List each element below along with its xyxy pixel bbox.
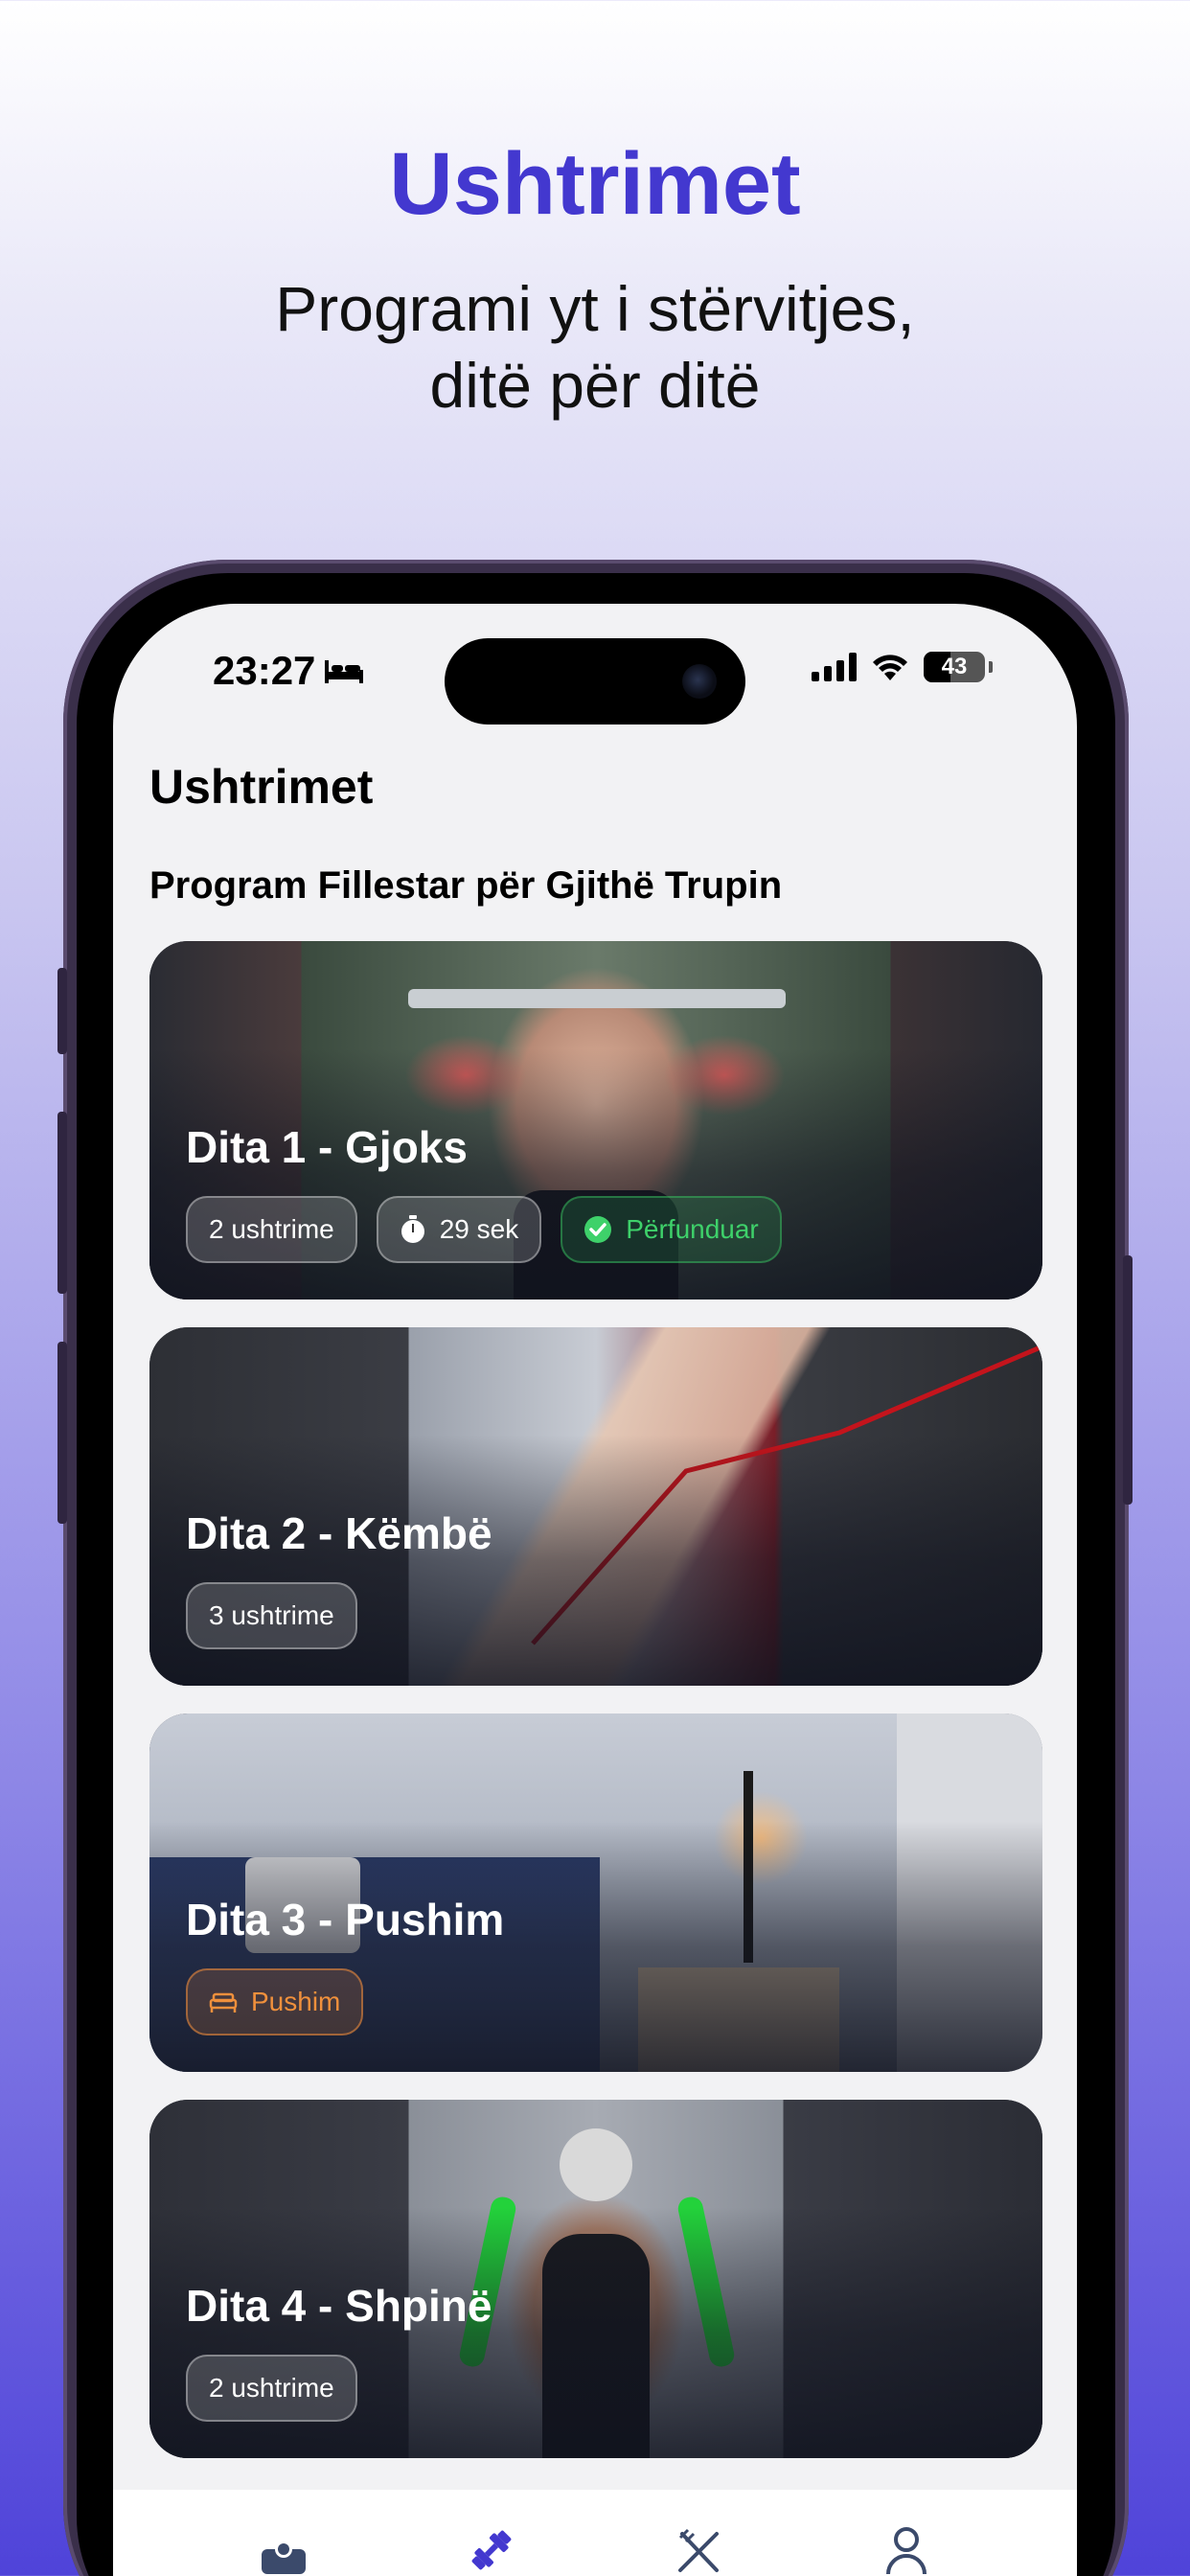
card-title: Dita 3 - Pushim: [186, 1895, 505, 1944]
tab-home[interactable]: [255, 2518, 312, 2576]
exercise-count: 2 ushtrime: [209, 1214, 334, 1244]
exercise-count: 2 ushtrime: [209, 2373, 334, 2403]
day-card-1[interactable]: Dita 1 - Gjoks 2 ushtrime 29 sek Përfund…: [149, 941, 1042, 1300]
home-icon: [262, 2541, 307, 2574]
check-circle-icon: [584, 1216, 612, 1243]
hero-subtitle: Programi yt i stërvitjes, ditë për ditë: [0, 270, 1190, 424]
nutrition-icon: [678, 2528, 720, 2572]
day-card-3[interactable]: Dita 3 - Pushim Pushim: [149, 1714, 1042, 2072]
program-title: Program Fillestar për Gjithë Trupin: [149, 864, 783, 907]
phone-screen: 23:27 43 Ushtrimet Program Fillestar për…: [113, 604, 1077, 2576]
completed-badge: Përfunduar: [561, 1196, 782, 1263]
hero-subtitle-line1: Programi yt i stërvitjes,: [275, 273, 915, 344]
tab-profile[interactable]: [878, 2518, 935, 2576]
status-icons: 43: [812, 652, 993, 682]
side-button-volume-up: [57, 1112, 67, 1294]
card-title: Dita 1 - Gjoks: [186, 1122, 468, 1172]
tab-workouts[interactable]: [463, 2518, 520, 2576]
side-button-power: [1123, 1255, 1133, 1505]
tab-bar: [113, 2490, 1077, 2576]
wifi-icon: [873, 655, 907, 680]
day-card-4[interactable]: Dita 4 - Shpinë 2 ushtrime: [149, 2100, 1042, 2458]
exercise-count-badge: 2 ushtrime: [186, 1196, 357, 1263]
duration-value: 29 sek: [439, 1214, 519, 1244]
rest-label: Pushim: [251, 1987, 341, 2016]
completed-label: Përfunduar: [626, 1214, 759, 1244]
hero-title: Ushtrimet: [389, 135, 801, 233]
duration-badge: 29 sek: [376, 1196, 542, 1263]
exercise-count: 3 ushtrime: [209, 1600, 334, 1630]
bed-icon: [209, 1992, 238, 2012]
day-card-2[interactable]: Dita 2 - Këmbë 3 ushtrime: [149, 1327, 1042, 1686]
stopwatch-icon: [400, 1215, 424, 1243]
status-time-text: 23:27: [213, 648, 316, 693]
battery-icon: 43: [924, 652, 985, 682]
side-button-action: [57, 968, 67, 1054]
card-title: Dita 2 - Këmbë: [186, 1508, 492, 1558]
profile-icon: [885, 2527, 927, 2575]
page-title: Ushtrimet: [149, 760, 374, 814]
card-title: Dita 4 - Shpinë: [186, 2281, 492, 2331]
exercise-count-badge: 2 ushtrime: [186, 2355, 357, 2422]
dynamic-island: [445, 638, 745, 724]
exercise-count-badge: 3 ushtrime: [186, 1582, 357, 1649]
bed-icon: [325, 660, 364, 683]
camera-icon: [682, 664, 717, 699]
signal-icon: [812, 653, 857, 681]
side-button-volume-down: [57, 1342, 67, 1524]
rest-badge: Pushim: [186, 1968, 364, 2036]
tab-nutrition[interactable]: [670, 2518, 727, 2576]
hero-subtitle-line2: ditë për ditë: [429, 350, 761, 421]
workout-icon: [471, 2530, 512, 2570]
status-time: 23:27: [213, 648, 365, 694]
battery-level: 43: [941, 654, 968, 679]
